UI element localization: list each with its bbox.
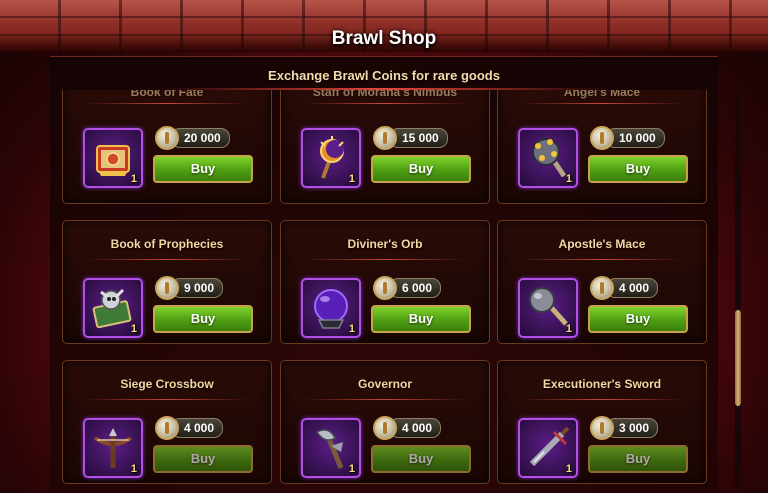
item-price: 10 000 bbox=[590, 126, 665, 150]
item-slot[interactable]: 1 bbox=[518, 418, 578, 478]
item-price: 4 000 bbox=[155, 416, 224, 440]
item-slot[interactable]: 1 bbox=[83, 278, 143, 338]
mace-icon bbox=[529, 287, 568, 326]
item-name: Siege Crossbow bbox=[120, 377, 214, 391]
staff-icon bbox=[320, 136, 344, 179]
item-name: Book of Fate bbox=[130, 90, 204, 99]
card-divider bbox=[520, 259, 684, 260]
price-value: 20 000 bbox=[171, 128, 230, 148]
item-slot[interactable]: 1 bbox=[83, 418, 143, 478]
item-slot[interactable]: 1 bbox=[301, 278, 361, 338]
shop-card-siege-crossbow: Siege Crossbow 1 4 000 Buy bbox=[62, 360, 272, 484]
item-quantity: 1 bbox=[348, 463, 355, 475]
buy-button[interactable]: Buy bbox=[371, 155, 471, 183]
item-name: Angel's Mace bbox=[563, 90, 641, 99]
buy-button[interactable]: Buy bbox=[371, 445, 471, 473]
price-value: 15 000 bbox=[389, 128, 448, 148]
item-name: Governor bbox=[357, 377, 412, 391]
item-grid: Book of Fate 1 20 000 Buy Staff of Moran… bbox=[62, 90, 708, 492]
shop-card-apostles-mace: Apostle's Mace 1 4 000 Buy bbox=[497, 220, 707, 344]
shop-subtitle: Exchange Brawl Coins for rare goods bbox=[268, 68, 500, 83]
brawl-coin-icon bbox=[590, 416, 614, 440]
item-slot[interactable]: 1 bbox=[518, 278, 578, 338]
buy-button[interactable]: Buy bbox=[588, 305, 688, 333]
item-quantity: 1 bbox=[565, 173, 572, 185]
brawl-coin-icon bbox=[590, 126, 614, 150]
shop-card-diviners-orb: Diviner's Orb 1 6 000 Buy bbox=[280, 220, 490, 344]
brawl-coin-icon bbox=[373, 126, 397, 150]
card-divider bbox=[303, 259, 467, 260]
item-name: Apostle's Mace bbox=[558, 237, 646, 251]
card-divider bbox=[303, 103, 467, 104]
book-icon bbox=[96, 145, 130, 176]
item-quantity: 1 bbox=[130, 323, 137, 335]
card-divider bbox=[85, 259, 249, 260]
brawl-coin-icon bbox=[373, 276, 397, 300]
buy-button[interactable]: Buy bbox=[153, 445, 253, 473]
orb-icon bbox=[314, 289, 348, 329]
crossbow-icon bbox=[93, 428, 133, 468]
item-price: 9 000 bbox=[155, 276, 224, 300]
item-quantity: 1 bbox=[565, 463, 572, 475]
brawl-coin-icon bbox=[373, 416, 397, 440]
item-name: Staff of Morana's Nimbus bbox=[312, 90, 458, 99]
item-name: Book of Prophecies bbox=[110, 237, 224, 251]
scrollbar-thumb[interactable] bbox=[735, 310, 741, 406]
shop-card-staff-of-moranas-nimbus: Staff of Morana's Nimbus 1 15 000 Buy bbox=[280, 90, 490, 204]
item-slot[interactable]: 1 bbox=[518, 128, 578, 188]
item-price: 4 000 bbox=[373, 416, 442, 440]
item-slot[interactable]: 1 bbox=[301, 418, 361, 478]
item-price: 3 000 bbox=[590, 416, 659, 440]
shop-card-book-of-fate: Book of Fate 1 20 000 Buy bbox=[62, 90, 272, 204]
item-quantity: 1 bbox=[348, 323, 355, 335]
brawl-coin-icon bbox=[155, 416, 179, 440]
item-name: Executioner's Sword bbox=[542, 377, 662, 391]
card-divider bbox=[520, 399, 684, 400]
scrollbar[interactable] bbox=[735, 92, 741, 488]
item-price: 20 000 bbox=[155, 126, 230, 150]
brawl-coin-icon bbox=[155, 276, 179, 300]
shop-card-governor: Governor 1 4 000 Buy bbox=[280, 360, 490, 484]
buy-button[interactable]: Buy bbox=[588, 155, 688, 183]
item-quantity: 1 bbox=[130, 463, 137, 475]
mace-icon bbox=[532, 138, 567, 178]
card-divider bbox=[520, 103, 684, 104]
axe-icon bbox=[315, 429, 344, 469]
item-name: Diviner's Orb bbox=[347, 237, 423, 251]
buy-button[interactable]: Buy bbox=[371, 305, 471, 333]
card-divider bbox=[85, 103, 249, 104]
item-quantity: 1 bbox=[348, 173, 355, 185]
item-quantity: 1 bbox=[565, 323, 572, 335]
buy-button[interactable]: Buy bbox=[588, 445, 688, 473]
shop-card-angels-mace: Angel's Mace 1 10 000 Buy bbox=[497, 90, 707, 204]
shop-title: Brawl Shop bbox=[331, 28, 437, 49]
price-value: 10 000 bbox=[606, 128, 665, 148]
item-price: 15 000 bbox=[373, 126, 448, 150]
item-slot[interactable]: 1 bbox=[301, 128, 361, 188]
sword-icon bbox=[529, 426, 570, 467]
item-slot[interactable]: 1 bbox=[83, 128, 143, 188]
card-divider bbox=[303, 399, 467, 400]
shop-card-executioners-sword: Executioner's Sword 1 3 000 Buy bbox=[497, 360, 707, 484]
item-price: 4 000 bbox=[590, 276, 659, 300]
brawl-coin-icon bbox=[590, 276, 614, 300]
card-divider bbox=[85, 399, 249, 400]
buy-button[interactable]: Buy bbox=[153, 305, 253, 333]
brawl-coin-icon bbox=[155, 126, 179, 150]
item-quantity: 1 bbox=[130, 173, 137, 185]
book-icon bbox=[92, 288, 132, 329]
shop-card-book-of-prophecies: Book of Prophecies 1 9 000 Buy bbox=[62, 220, 272, 344]
buy-button[interactable]: Buy bbox=[153, 155, 253, 183]
item-price: 6 000 bbox=[373, 276, 442, 300]
